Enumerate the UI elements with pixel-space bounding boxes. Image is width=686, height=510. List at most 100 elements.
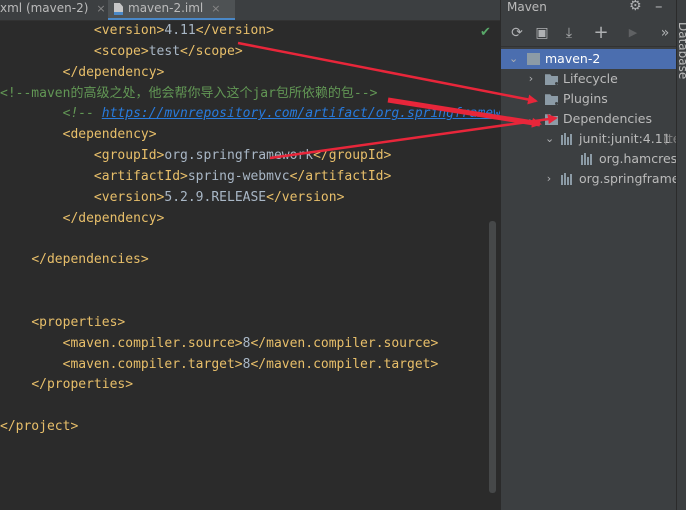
run-icon[interactable]: ▶: [623, 23, 643, 43]
xml-tag: </version>: [195, 23, 274, 38]
add-folder-icon[interactable]: ▣: [532, 23, 552, 43]
xml-tag: </maven.compiler.target>: [250, 356, 439, 372]
tree-label: junit:junit:4.11: [579, 131, 671, 146]
xml-tag: </dependency>: [62, 210, 165, 226]
xml-tag: </project>: [0, 419, 79, 435]
maven-toolbar: ⟳ ▣ ⤓ + ▶ »: [501, 19, 677, 47]
code-line: </dependencies>: [0, 250, 149, 270]
tab-label: maven-2.iml: [128, 1, 204, 15]
code-line: <version>5.2.9.RELEASE</version>: [0, 188, 344, 208]
database-tab[interactable]: Database: [676, 22, 686, 79]
tree-item-lifecycle[interactable]: › Lifecycle: [501, 69, 677, 89]
chevron-right-icon[interactable]: ›: [527, 89, 535, 109]
chevron-down-icon[interactable]: ⌄: [509, 49, 518, 69]
code-line: <properties>: [0, 313, 125, 333]
xml-tag: </dependencies>: [31, 252, 149, 268]
download-icon[interactable]: ⤓: [559, 23, 579, 43]
xml-tag: </dependency>: [62, 64, 165, 80]
tree-label: Lifecycle: [563, 71, 618, 86]
tree-label: maven-2: [545, 51, 601, 66]
xml-tag: <dependency>: [62, 127, 157, 143]
code-line: <maven.compiler.source>8</maven.compiler…: [0, 334, 439, 354]
xml-tag: <maven.compiler.target>: [62, 356, 243, 372]
more-icon[interactable]: »: [655, 23, 675, 43]
tree-item-project[interactable]: ⌄ maven-2: [501, 49, 677, 69]
xml-value: org.springframework: [164, 148, 314, 164]
gear-icon[interactable]: ⚙: [629, 0, 642, 14]
xml-tag: <properties>: [31, 314, 126, 330]
xml-value: 4.11: [164, 23, 196, 38]
vertical-scrollbar[interactable]: [489, 221, 496, 493]
iml-file-icon: [114, 3, 123, 15]
code-line: <dependency>: [0, 125, 157, 145]
code-line: </project>: [0, 417, 78, 437]
tree-item-spring[interactable]: › org.springframew: [501, 169, 686, 189]
inspection-ok-icon: ✔: [480, 25, 491, 40]
tab-pom-xml[interactable]: xml (maven-2) ×: [0, 0, 106, 20]
close-icon[interactable]: ×: [211, 2, 220, 15]
panel-title: Maven: [507, 0, 547, 14]
tab-label: xml (maven-2): [0, 1, 89, 15]
xml-tag: <version>: [93, 23, 165, 38]
library-icon: [581, 153, 594, 165]
code-line: <artifactId>spring-webmvc</artifactId>: [0, 167, 391, 187]
xml-tag: <artifactId>: [93, 168, 188, 184]
tree-item-plugins[interactable]: › Plugins: [501, 89, 677, 109]
library-icon: [561, 173, 574, 185]
refresh-icon[interactable]: ⟳: [507, 23, 527, 43]
code-line: <!--maven的高级之处，他会帮你导入这个jar包所依赖的包-->: [0, 84, 377, 104]
tree-item-hamcrest[interactable]: org.hamcrest: [501, 149, 682, 169]
xml-tag: </maven.compiler.source>: [250, 335, 439, 351]
code-editor[interactable]: <version>4.11</version> <scope>test</sco…: [0, 21, 500, 510]
code-line: <scope>test</scope>: [0, 42, 243, 62]
code-line: </dependency>: [0, 209, 165, 229]
chevron-down-icon[interactable]: ⌄: [545, 129, 554, 149]
tree-item-dependencies[interactable]: ⌄ Dependencies: [501, 109, 677, 129]
code-line: </dependency>: [0, 63, 165, 83]
tab-maven-2-iml[interactable]: maven-2.iml ×: [108, 0, 235, 20]
close-icon[interactable]: ×: [96, 2, 105, 15]
library-icon: [561, 133, 574, 145]
maven-tool-window: Maven ⚙ – ⟳ ▣ ⤓ + ▶ » ⌄ maven-2 › Lifecy…: [500, 0, 686, 510]
dependencies-folder-icon: [545, 114, 558, 125]
chevron-right-icon[interactable]: ›: [527, 69, 535, 89]
chevron-right-icon[interactable]: ›: [545, 169, 553, 189]
xml-tag: </groupId>: [313, 148, 392, 164]
editor-tab-bar: xml (maven-2) × maven-2.iml ×: [0, 0, 500, 21]
xml-tag: <maven.compiler.source>: [62, 335, 243, 351]
code-line: </properties>: [0, 375, 133, 395]
xml-tag: </version>: [266, 189, 345, 205]
xml-value: test: [148, 43, 181, 59]
xml-tag: </properties>: [31, 377, 134, 393]
lifecycle-folder-icon: [545, 74, 558, 85]
hide-icon[interactable]: –: [655, 0, 663, 15]
xml-tag: </scope>: [180, 43, 243, 59]
comment-start: <!--: [62, 106, 102, 122]
add-icon[interactable]: +: [591, 23, 611, 43]
code-line: <!-- https://mvnrepository.com/artifact/…: [0, 104, 500, 124]
chevron-down-icon[interactable]: ⌄: [527, 109, 536, 129]
xml-value: spring-webmvc: [187, 168, 290, 184]
tree-label: org.hamcrest: [599, 151, 683, 166]
code-line: <maven.compiler.target>8</maven.compiler…: [0, 355, 439, 375]
tree-label: Plugins: [563, 91, 608, 106]
xml-tag: <groupId>: [93, 148, 165, 164]
comment-text: <!--maven的高级之处，他会帮你导入这个jar包所依赖的包-->: [0, 85, 378, 101]
tree-label: org.springframew: [579, 171, 686, 186]
right-tool-strip: Database: [676, 0, 686, 510]
repository-link[interactable]: https://mvnrepository.com/artifact/org.s…: [102, 106, 500, 121]
code-line: <groupId>org.springframework</groupId>: [0, 146, 391, 166]
tree-item-junit[interactable]: ⌄ junit:junit:4.11 (te: [501, 129, 680, 149]
